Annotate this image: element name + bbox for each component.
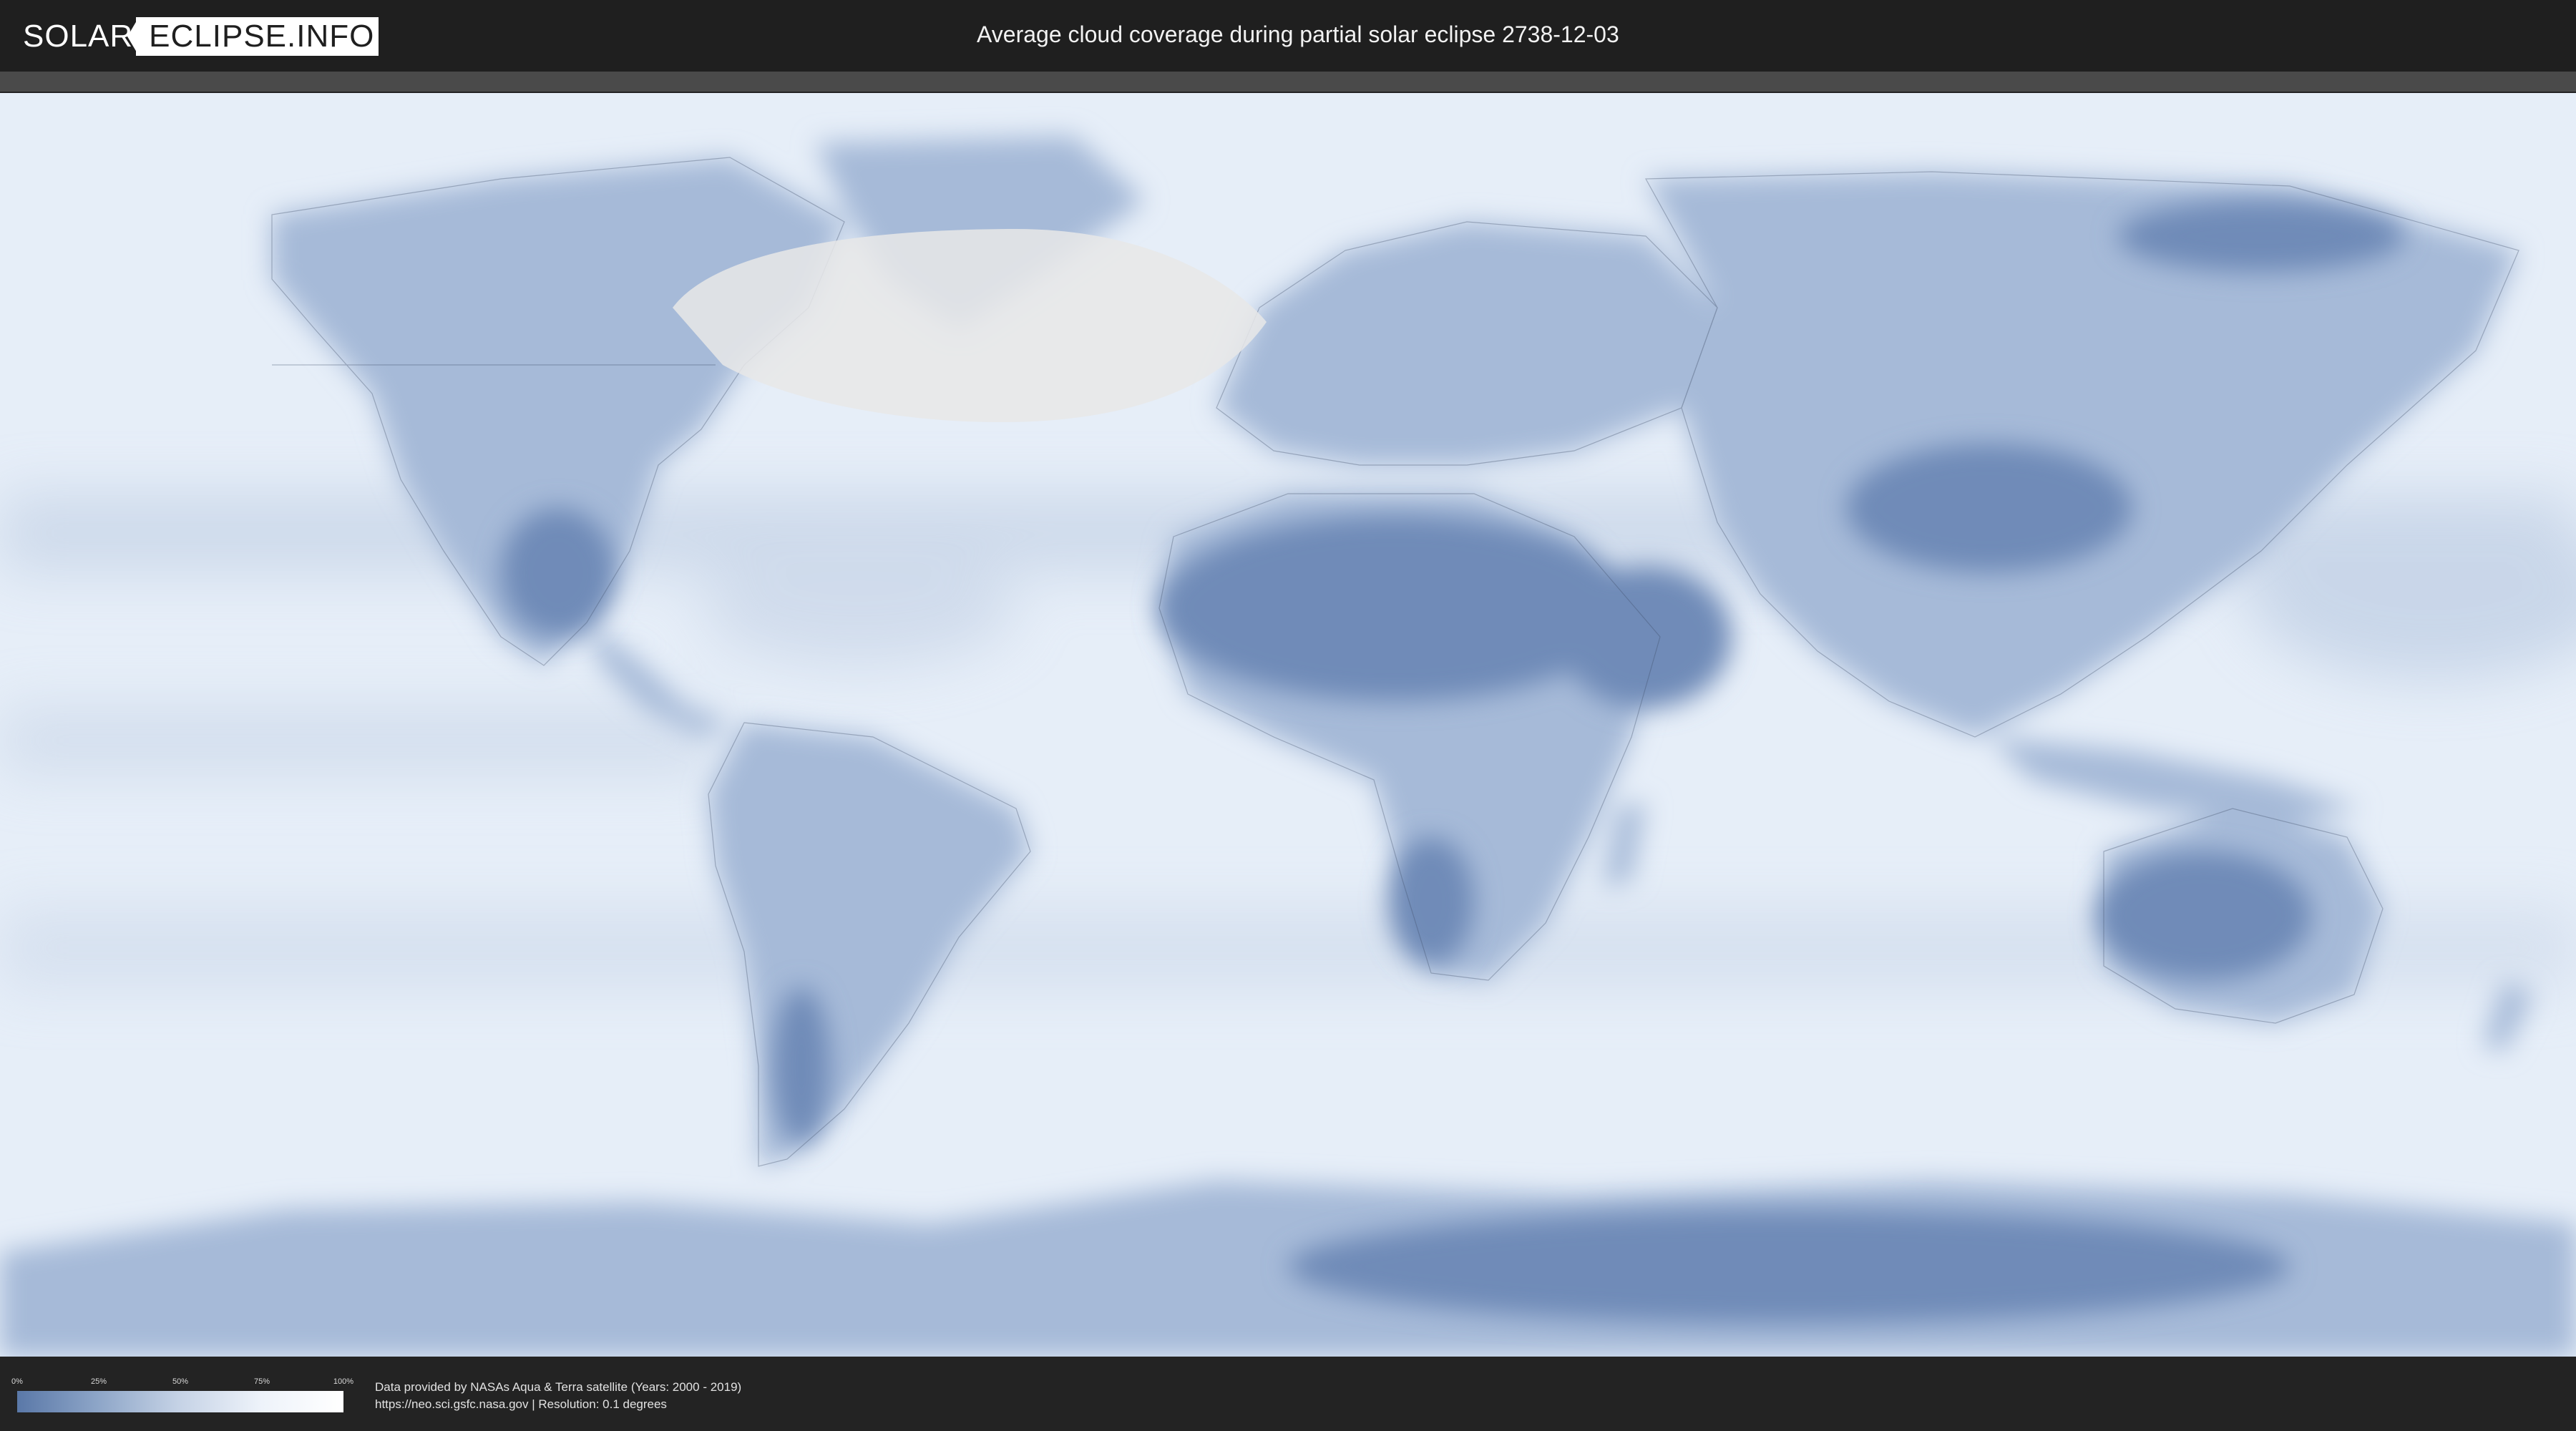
legend-tick-75: 75% [253, 1377, 270, 1386]
logo-text-solar: SOLAR [23, 19, 134, 54]
legend-tick-0: 0% [11, 1377, 23, 1386]
world-map-graphic [0, 93, 2576, 1357]
legend-tick-25: 25% [90, 1377, 107, 1386]
cloud-coverage-legend-bar [17, 1391, 343, 1412]
site-logo[interactable]: SOLAR ECLIPSE.INFO [23, 16, 379, 57]
legend-tick-100: 100% [333, 1377, 354, 1386]
data-source-link[interactable]: https://neo.sci.gsfc.nasa.gov | Resoluti… [375, 1397, 667, 1412]
header-bar: SOLAR ECLIPSE.INFO Average cloud coverag… [0, 0, 2576, 72]
data-credit: Data provided by NASAs Aqua & Terra sate… [375, 1380, 742, 1394]
legend-tick-50: 50% [172, 1377, 189, 1386]
page-title: Average cloud coverage during partial so… [977, 21, 1619, 47]
cloud-coverage-map[interactable] [0, 93, 2576, 1357]
legend-tick-labels: 0% 25% 50% 75% 100% [11, 1377, 353, 1387]
header-divider [0, 72, 2576, 92]
logo-text-eclipse: ECLIPSE.INFO [127, 17, 379, 56]
